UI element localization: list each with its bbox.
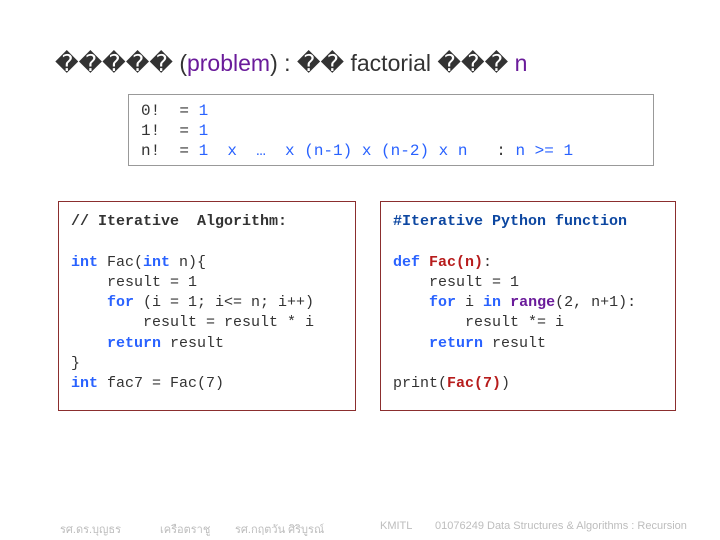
left-l1d: n){ xyxy=(170,254,206,271)
right-l3a xyxy=(393,294,429,311)
left-l7b: fac7 = Fac(7) xyxy=(98,375,224,392)
left-l6: } xyxy=(71,355,80,372)
def-r2-a: 1! = xyxy=(141,122,199,140)
left-l4: result = result * i xyxy=(71,314,314,331)
title-prefix: ����� xyxy=(55,50,179,76)
right-l6b: Fac(7) xyxy=(447,375,501,392)
title-mid: : �� factorial ��� xyxy=(278,50,515,76)
def-row-2: 1! = 1 xyxy=(141,121,641,141)
slide: ����� (problem) : �� factorial ��� n 0! … xyxy=(0,0,720,540)
footer-course: 01076249 Data Structures & Algorithms : … xyxy=(435,520,687,532)
right-l5c: result xyxy=(483,335,546,352)
iterative-c-code-box: // Iterative Algorithm: int Fac(int n){ … xyxy=(58,201,356,411)
slide-title: ����� (problem) : �� factorial ��� n xyxy=(55,50,527,77)
right-l6a: print( xyxy=(393,375,447,392)
right-l1b: Fac(n) xyxy=(429,254,483,271)
right-l6c: ) xyxy=(501,375,510,392)
def-r3-d: n >= 1 xyxy=(515,142,573,160)
right-l5a xyxy=(393,335,429,352)
right-l1c: : xyxy=(483,254,492,271)
left-l5b: return xyxy=(107,335,161,352)
title-n: n xyxy=(515,50,528,76)
left-header: // Iterative Algorithm: xyxy=(71,213,287,230)
right-l3e xyxy=(501,294,510,311)
left-l1a: int xyxy=(71,254,98,271)
right-l3g: (2, n+1): xyxy=(555,294,636,311)
def-r3-c: : xyxy=(467,142,515,160)
title-paren-close: ) xyxy=(270,50,278,76)
right-l4: result *= i xyxy=(393,314,564,331)
right-l1a: def xyxy=(393,254,429,271)
left-l5a xyxy=(71,335,107,352)
title-problem-word: problem xyxy=(187,50,270,76)
right-header: #Iterative Python function xyxy=(393,213,627,230)
def-r3-b: 1 x … x (n-1) x (n-2) x n xyxy=(199,142,468,160)
left-l3c: (i = 1; i<= n; i++) xyxy=(134,294,314,311)
left-l1b: Fac( xyxy=(98,254,143,271)
footer-author-1: รศ.ดร.บุญธร xyxy=(60,520,121,538)
def-r1-b: 1 xyxy=(199,102,209,120)
footer-org: KMITL xyxy=(380,520,412,532)
footer-author-2: รศ.กฤตวัน ศิริบูรณ์ xyxy=(235,520,324,538)
right-l3f: range xyxy=(510,294,555,311)
def-r1-a: 0! = xyxy=(141,102,199,120)
left-l1c: int xyxy=(143,254,170,271)
left-l3a xyxy=(71,294,107,311)
left-l7a: int xyxy=(71,375,98,392)
right-l5b: return xyxy=(429,335,483,352)
definition-box: 0! = 1 1! = 1 n! = 1 x … x (n-1) x (n-2)… xyxy=(128,94,654,166)
iterative-python-code-box: #Iterative Python function def Fac(n): r… xyxy=(380,201,676,411)
title-paren-open: ( xyxy=(179,50,187,76)
def-r2-b: 1 xyxy=(199,122,209,140)
def-row-1: 0! = 1 xyxy=(141,101,641,121)
left-l2: result = 1 xyxy=(71,274,197,291)
right-l3b: for xyxy=(429,294,456,311)
right-l2: result = 1 xyxy=(393,274,519,291)
def-r3-a: n! = xyxy=(141,142,199,160)
left-l3b: for xyxy=(107,294,134,311)
right-l3c: i xyxy=(456,294,483,311)
def-row-3: n! = 1 x … x (n-1) x (n-2) x n : n >= 1 xyxy=(141,141,641,161)
footer-author-1b: เครือตราชู xyxy=(160,520,210,538)
left-l5c: result xyxy=(161,335,224,352)
right-l3d: in xyxy=(483,294,501,311)
